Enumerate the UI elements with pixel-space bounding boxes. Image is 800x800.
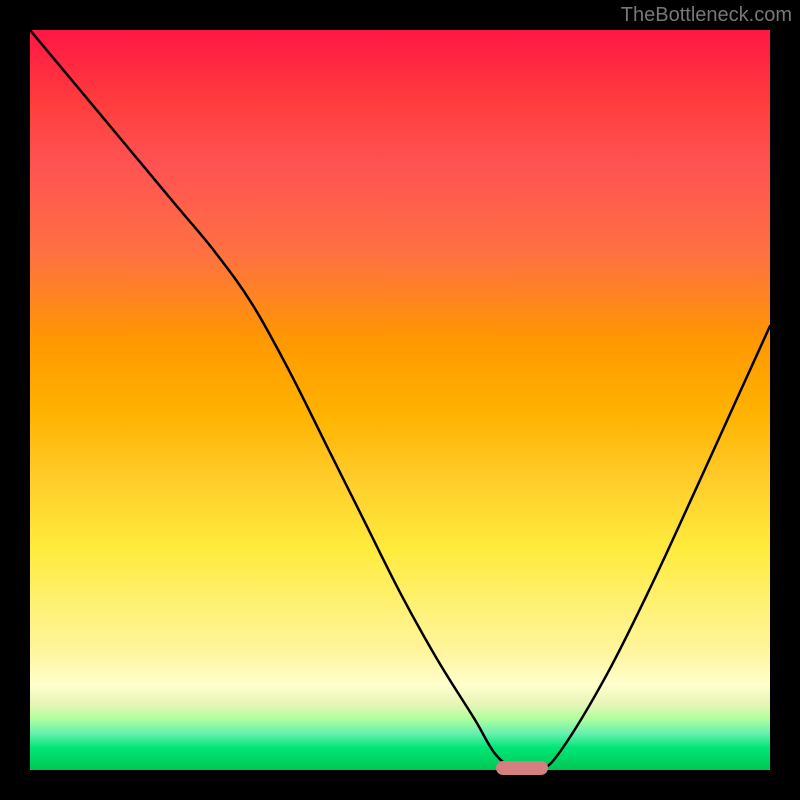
optimal-marker xyxy=(496,761,548,775)
chart-container: TheBottleneck.com xyxy=(0,0,800,800)
watermark-text: TheBottleneck.com xyxy=(621,4,792,27)
bottleneck-curve xyxy=(30,30,770,770)
line-curve-svg xyxy=(30,30,770,770)
plot-area xyxy=(30,30,770,770)
